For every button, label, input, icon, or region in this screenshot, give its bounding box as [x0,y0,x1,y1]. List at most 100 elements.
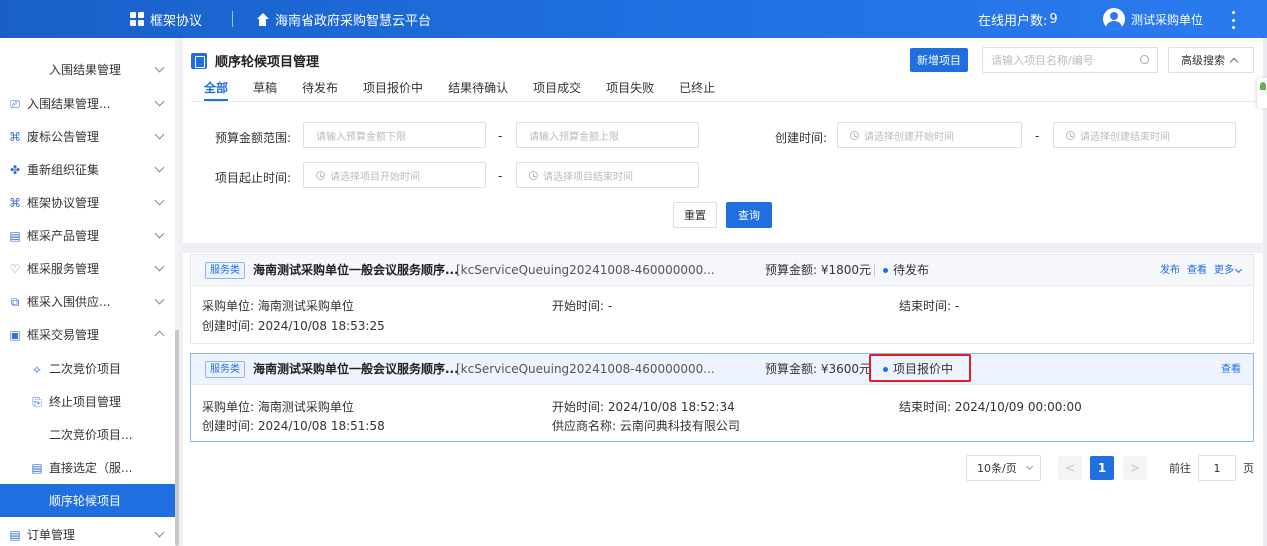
page-title: 顺序轮候项目管理 [215,55,320,70]
sidebar-item-void-notice[interactable]: ⌘ 废标公告管理 [0,120,175,153]
prev-page-button[interactable]: < [1058,456,1082,480]
project-time-label: 项目起止时间: [214,171,291,185]
sidebar-item-terminate[interactable]: ⎘ 终止项目管理 [0,385,175,418]
tab-divider [191,101,1255,102]
advanced-search-label: 高级搜索 [1181,54,1225,67]
chevron-up-icon [1229,57,1239,66]
page-size-value: 10条/页 [977,462,1017,475]
project-end-picker[interactable]: 请选择项目结束时间 [516,162,699,188]
sidebar-item-queuing[interactable]: 顺序轮候项目 [0,484,175,517]
sidebar-item-label: 框架协议管理 [27,196,100,210]
tab-failed[interactable]: 项目失败 [606,77,654,101]
sidebar-item-orders[interactable]: ▤ 订单管理 [0,518,175,546]
view-link[interactable]: 查看 [1187,255,1207,286]
project-code: [kcServiceQueuing20241008-460000000... [456,263,715,277]
floating-helper-tab[interactable] [1257,78,1267,108]
create-time-label: 创建时间: [774,131,827,145]
project-start-picker[interactable]: 请选择项目开始时间 [303,162,486,188]
project-card-header: 服务类 海南测试采购单位一般会议服务顺序... [kcServiceQueuin… [191,354,1253,385]
project-title[interactable]: 海南测试采购单位一般会议服务顺序... [253,354,459,385]
purchaser-field: 采购单位: 海南测试采购单位 [202,299,354,313]
chevron-down-icon [154,62,165,73]
chevron-down-icon [154,228,165,239]
new-project-button[interactable]: 新增项目 [910,48,968,72]
product-icon: ▤ [9,228,21,243]
clock-icon [316,170,325,180]
project-card: 服务类 海南测试采购单位一般会议服务顺序... [kcServiceQueuin… [190,353,1254,442]
sidebar-item-trade[interactable]: ▣ 框采交易管理 [0,318,175,351]
search-input[interactable]: 请输入项目名称/编号 [982,47,1158,73]
sidebar-scrollbar[interactable] [175,330,179,546]
agreement-icon: ⌘ [9,195,21,210]
sidebar-item-products[interactable]: ▤ 框采产品管理 [0,219,175,252]
budget-range-label: 预算金额范围: [214,131,291,145]
next-page-button[interactable]: > [1123,456,1147,480]
sidebar-item-label: 终止项目管理 [49,395,122,409]
tab-pending-publish[interactable]: 待发布 [302,77,338,101]
clock-icon [1066,130,1075,140]
chevron-down-icon [154,96,165,107]
tab-result-pending[interactable]: 结果待确认 [448,77,508,101]
sidebar-item-agreement[interactable]: ⌘ 框架协议管理 [0,186,175,219]
page-number-button[interactable]: 1 [1090,456,1114,480]
sidebar-item-second-bid-more[interactable]: 二次竞价项目... [0,418,175,451]
online-users-count: 9 [1049,11,1058,27]
sidebar-item-suppliers[interactable]: ⧉ 框采入围供应... [0,285,175,318]
sidebar-item-second-bid[interactable]: ⟡ 二次竞价项目 [0,352,175,385]
tab-draft[interactable]: 草稿 [253,77,277,101]
direct-select-icon: ▤ [31,460,43,475]
chevron-down-icon [1025,462,1033,471]
purchaser-field: 采购单位: 海南测试采购单位 [202,400,354,414]
advanced-search-button[interactable]: 高级搜索 [1168,47,1254,73]
sidebar-item-label: 订单管理 [27,528,76,542]
budget-max-field[interactable]: 请输入预算金额上限 [516,122,699,148]
publish-link[interactable]: 发布 [1160,255,1180,286]
search-icon[interactable] [1140,55,1149,64]
app-grid-icon [130,12,144,26]
main-panel: 顺序轮候项目管理 新增项目 请输入项目名称/编号 高级搜索 全部 草稿 待发布 … [183,38,1263,546]
create-end-picker[interactable]: 请选择创建结束时间 [1053,122,1236,148]
project-start-placeholder: 请选择项目开始时间 [330,171,420,183]
tab-all[interactable]: 全部 [204,77,229,101]
sidebar-item-label: 重新组织征集 [27,163,100,177]
sidebar-item-services[interactable]: ♡ 框采服务管理 [0,252,175,285]
section-divider [183,243,1263,253]
goto-page-input[interactable]: 1 [1198,455,1236,481]
sidebar-item-label: 直接选定（服... [49,461,133,475]
sidebar-item-reorganize[interactable]: ✤ 重新组织征集 [0,153,175,186]
sidebar-item-label: 框采产品管理 [27,229,100,243]
sidebar-item-partial[interactable]: ⌄ [0,38,175,47]
view-link[interactable]: 查看 [1221,354,1241,385]
brand-label: 框架协议 [150,13,203,29]
start-time-field: 开始时间: 2024/10/08 18:52:34 [552,400,735,414]
sidebar-item-results-more[interactable]: ⎚ 入围结果管理... [0,87,175,120]
tab-quoting[interactable]: 项目报价中 [363,77,423,101]
reset-button[interactable]: 重置 [673,202,717,228]
status-badge: 待发布 [883,255,929,286]
sidebar-item-direct-select[interactable]: ▤ 直接选定（服... [0,451,175,484]
more-dropdown[interactable]: 更多 [1214,255,1243,286]
project-title[interactable]: 海南测试采购单位一般会议服务顺序... [253,255,459,286]
user-menu[interactable]: 测试采购单位 [1103,0,1203,38]
budget-min-placeholder: 请输入预算金额下限 [316,131,406,143]
platform-link[interactable]: 海南省政府采购智慧云平台 [256,0,431,38]
more-menu-icon[interactable] [1226,11,1240,29]
chevron-up-icon [154,330,165,341]
sidebar-item-results[interactable]: 入围结果管理 [0,53,175,86]
tab-terminated[interactable]: 已终止 [679,77,715,101]
app-brand[interactable]: 框架协议 [130,0,202,38]
tab-deal[interactable]: 项目成交 [533,77,581,101]
card-actions: 查看 [1221,354,1241,385]
status-dot-icon [883,268,888,273]
sidebar-item-label: 二次竞价项目... [49,428,133,442]
query-button[interactable]: 查询 [726,202,772,228]
platform-label: 海南省政府采购智慧云平台 [275,13,432,29]
status-text: 项目报价中 [893,362,954,376]
start-time-field: 开始时间: - [552,299,613,313]
create-start-picker[interactable]: 请选择创建开始时间 [837,122,1022,148]
card-actions: 发布 查看 更多 [1160,255,1243,286]
chevron-down-icon [154,195,165,206]
page-size-select[interactable]: 10条/页 [966,455,1041,481]
supplier-icon: ⧉ [10,294,20,309]
budget-min-field[interactable]: 请输入预算金额下限 [303,122,486,148]
